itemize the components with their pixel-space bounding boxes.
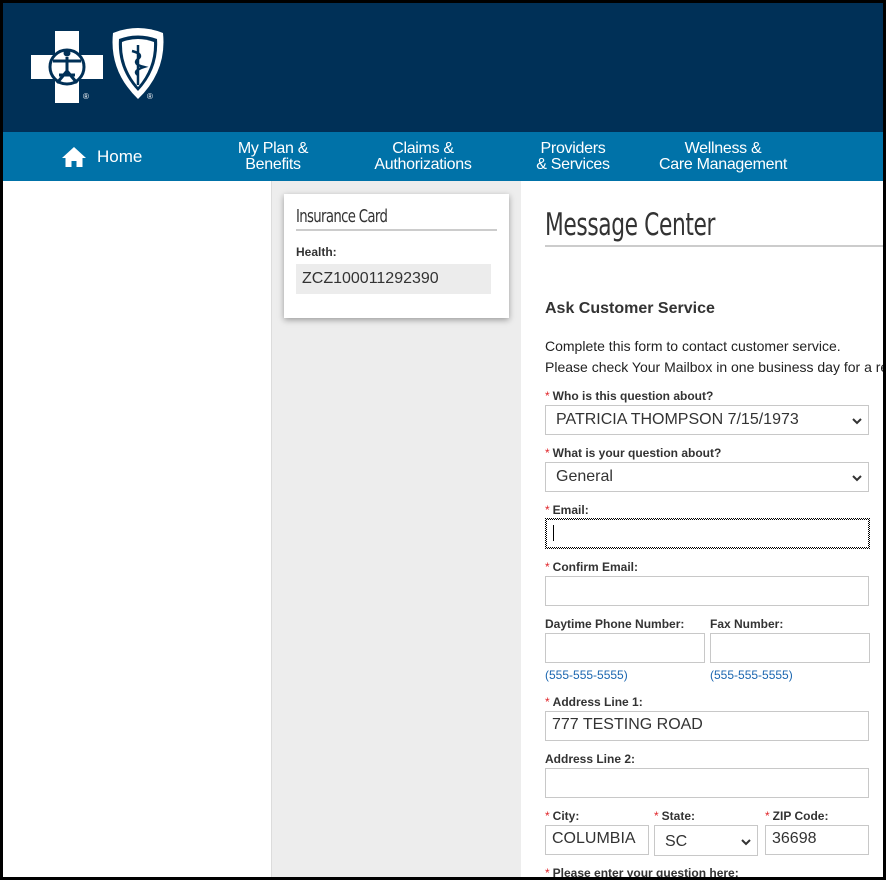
confirm-email-label: * Confirm Email: <box>545 560 638 574</box>
required-mark: * <box>545 503 550 517</box>
insurance-card: Insurance Card Health: ZCZ100011292390 <box>284 194 509 318</box>
registered-mark: ® <box>147 92 153 101</box>
nav-label-line2: Authorizations <box>374 155 472 173</box>
page-title: Message Center <box>545 207 716 243</box>
site-header: ® ® <box>3 3 883 132</box>
label-text: Who is this question about? <box>552 389 714 403</box>
fax-input[interactable] <box>710 633 870 663</box>
nav-wellness-care-management[interactable]: Wellness & Care Management <box>651 132 795 181</box>
topic-value: General <box>556 468 613 485</box>
label-text: Address Line 1: <box>552 695 643 709</box>
insurance-card-title: Insurance Card <box>296 206 388 227</box>
phone-format-hint: (555-555-5555) <box>545 668 628 682</box>
email-input[interactable] <box>545 518 870 549</box>
city-input[interactable]: COLUMBIA <box>545 825 649 855</box>
confirm-email-input[interactable] <box>545 576 869 606</box>
chevron-down-icon <box>741 839 751 846</box>
nav-label-line1: My Plan & <box>237 139 309 157</box>
city-label: * City: <box>545 809 579 823</box>
main-nav: Home My Plan & Benefits Claims & Authori… <box>3 132 883 181</box>
zip-value: 36698 <box>772 830 817 847</box>
required-mark: * <box>545 389 550 403</box>
fax-label: Fax Number: <box>710 617 784 631</box>
label-text: Email: <box>552 503 589 517</box>
required-mark: * <box>545 446 550 460</box>
label-text: City: <box>552 809 580 823</box>
chevron-down-icon <box>852 418 862 425</box>
left-margin <box>3 181 271 877</box>
label-text: What is your question about? <box>552 446 722 460</box>
who-label: * Who is this question about? <box>545 389 713 403</box>
zip-input[interactable]: 36698 <box>765 825 869 855</box>
topic-select[interactable]: General <box>545 462 869 492</box>
title-divider <box>296 229 497 231</box>
topic-label: * What is your question about? <box>545 446 721 460</box>
member-id: ZCZ100011292390 <box>296 264 491 294</box>
who-select[interactable]: PATRICIA THOMPSON 7/15/1973 <box>545 405 869 435</box>
who-value: PATRICIA THOMPSON 7/15/1973 <box>556 411 799 428</box>
health-label: Health: <box>296 245 337 259</box>
city-value: COLUMBIA <box>552 830 636 847</box>
nav-claims-authorizations[interactable]: Claims & Authorizations <box>365 132 481 181</box>
chevron-down-icon <box>852 475 862 482</box>
intro-text: Complete this form to contact customer s… <box>545 338 841 354</box>
nav-label-line2: Care Management <box>658 155 788 173</box>
label-text: ZIP Code: <box>772 809 829 823</box>
intro-text: Please check Your Mailbox in one busines… <box>545 359 883 375</box>
required-mark: * <box>545 809 550 823</box>
blue-shield-logo[interactable] <box>107 27 169 103</box>
address1-input[interactable]: 777 TESTING ROAD <box>545 711 869 741</box>
state-select[interactable]: SC <box>654 825 758 856</box>
label-text: State: <box>661 809 696 823</box>
state-label: * State: <box>654 809 695 823</box>
zip-label: * ZIP Code: <box>765 809 828 823</box>
home-icon <box>62 146 86 167</box>
address1-value: 777 TESTING ROAD <box>552 716 703 733</box>
question-label: * Please enter your question here: <box>545 866 739 877</box>
label-text: Please enter your question here: <box>552 866 739 877</box>
nav-label-line1: Wellness & <box>684 139 762 157</box>
required-mark: * <box>545 866 550 877</box>
address1-label: * Address Line 1: <box>545 695 643 709</box>
address2-label: Address Line 2: <box>545 752 636 766</box>
nav-home-label: Home <box>97 146 143 166</box>
nav-providers-services[interactable]: Providers & Services <box>527 132 619 181</box>
required-mark: * <box>545 560 550 574</box>
address2-input[interactable] <box>545 768 869 798</box>
nav-label-line1: Claims & <box>392 139 454 157</box>
registered-mark: ® <box>83 92 89 101</box>
nav-home[interactable]: Home <box>61 132 142 181</box>
blue-cross-logo[interactable] <box>31 31 103 103</box>
phone-input[interactable] <box>545 633 705 663</box>
nav-label-line2: Benefits <box>245 155 301 173</box>
required-mark: * <box>765 809 770 823</box>
email-label: * Email: <box>545 503 589 517</box>
browser-viewport: ® ® Home My Plan & Benefits Claims & Aut… <box>3 3 883 877</box>
nav-label-line2: & Services <box>536 155 610 173</box>
phone-label: Daytime Phone Number: <box>545 617 685 631</box>
state-value: SC <box>665 833 688 850</box>
title-divider <box>545 245 883 247</box>
section-title: Ask Customer Service <box>545 300 715 317</box>
fax-format-hint: (555-555-5555) <box>710 668 793 682</box>
text-cursor <box>553 525 554 541</box>
required-mark: * <box>654 809 659 823</box>
label-text: Confirm Email: <box>552 560 639 574</box>
nav-label-line1: Providers <box>540 139 606 157</box>
message-center: Message Center Ask Customer Service Comp… <box>521 181 883 877</box>
required-mark: * <box>545 695 550 709</box>
nav-my-plan-benefits[interactable]: My Plan & Benefits <box>229 132 317 181</box>
